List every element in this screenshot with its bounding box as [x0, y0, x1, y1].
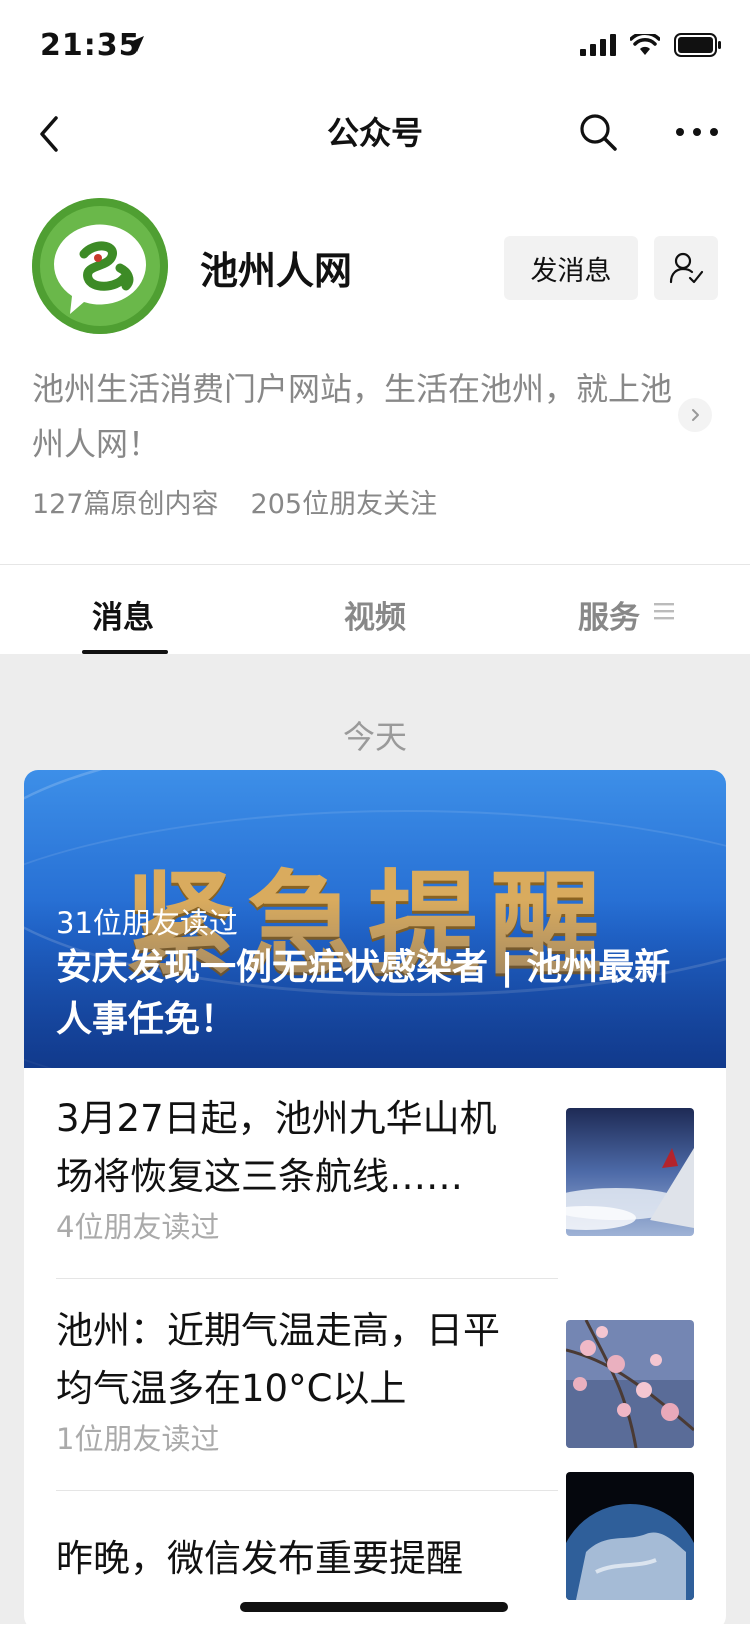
- status-indicators: [580, 30, 722, 60]
- airplane-wing-thumbnail: [566, 1108, 694, 1236]
- description-expand-button[interactable]: [678, 398, 712, 432]
- home-indicator[interactable]: [240, 1602, 508, 1612]
- follower-count: 205位朋友关注: [250, 489, 438, 520]
- location-arrow-icon: [128, 36, 144, 52]
- list-item[interactable]: 3月27日起，池州九华山机场将恢复这三条航线…… 4位朋友读过: [24, 1068, 726, 1280]
- plum-blossom-thumbnail: [566, 1320, 694, 1448]
- page-title: 公众号: [326, 114, 423, 152]
- divider: [56, 1490, 558, 1491]
- date-label: 今天: [342, 718, 407, 756]
- chevron-right-icon: [692, 409, 699, 421]
- send-message-label: 发消息: [530, 255, 612, 287]
- send-message-button[interactable]: 发消息: [504, 236, 638, 300]
- account-stats: 127篇原创内容 205位朋友关注: [32, 482, 437, 521]
- article-title: 昨晚，微信发布重要提醒: [56, 1537, 463, 1580]
- wifi-icon: [630, 34, 660, 55]
- account-description: 池州生活消费门户网站，生活在池州，就上池州人网！: [32, 370, 673, 463]
- account-logo-icon: [32, 198, 168, 334]
- plum-blossom-icon: [566, 1320, 694, 1448]
- divider: [56, 1278, 558, 1279]
- tab-messages[interactable]: 消息: [92, 592, 154, 637]
- article-read-count: 1位朋友读过: [56, 1422, 220, 1456]
- airplane-wing-icon: [566, 1108, 694, 1236]
- featured-article[interactable]: 紧急提醒 31位朋友读过 安庆发现一例无症状感染者 | 池州最新人事任免！: [24, 770, 726, 1114]
- tab-videos[interactable]: 视频: [344, 592, 406, 637]
- menu-icon[interactable]: [654, 602, 674, 620]
- earth-icon: [566, 1472, 694, 1600]
- more-icon[interactable]: [672, 118, 722, 146]
- battery-icon: [674, 33, 721, 57]
- cellular-signal-icon: [580, 34, 616, 56]
- user-check-icon: [669, 252, 704, 284]
- featured-title: 安庆发现一例无症状感染者 | 池州最新人事任免！: [56, 947, 671, 1040]
- featured-read-count: 31位朋友读过: [56, 906, 238, 940]
- account-name: 池州人网: [200, 249, 353, 293]
- following-button[interactable]: [654, 236, 718, 300]
- article-read-count: 4位朋友读过: [56, 1210, 220, 1244]
- avatar[interactable]: [32, 198, 168, 334]
- original-count: 127篇原创内容: [32, 489, 219, 520]
- search-icon[interactable]: [576, 110, 620, 154]
- tab-services[interactable]: 服务: [578, 592, 640, 637]
- article-title: 池州：近期气温走高，日平均气温多在10°C以上: [56, 1309, 500, 1410]
- divider: [0, 564, 750, 565]
- article-title: 3月27日起，池州九华山机场将恢复这三条航线……: [56, 1097, 497, 1198]
- list-item[interactable]: 池州：近期气温走高，日平均气温多在10°C以上 1位朋友读过: [24, 1280, 726, 1492]
- article-card: 紧急提醒 31位朋友读过 安庆发现一例无症状感染者 | 池州最新人事任免！ 3月…: [24, 770, 726, 1630]
- earth-thumbnail: [566, 1472, 694, 1600]
